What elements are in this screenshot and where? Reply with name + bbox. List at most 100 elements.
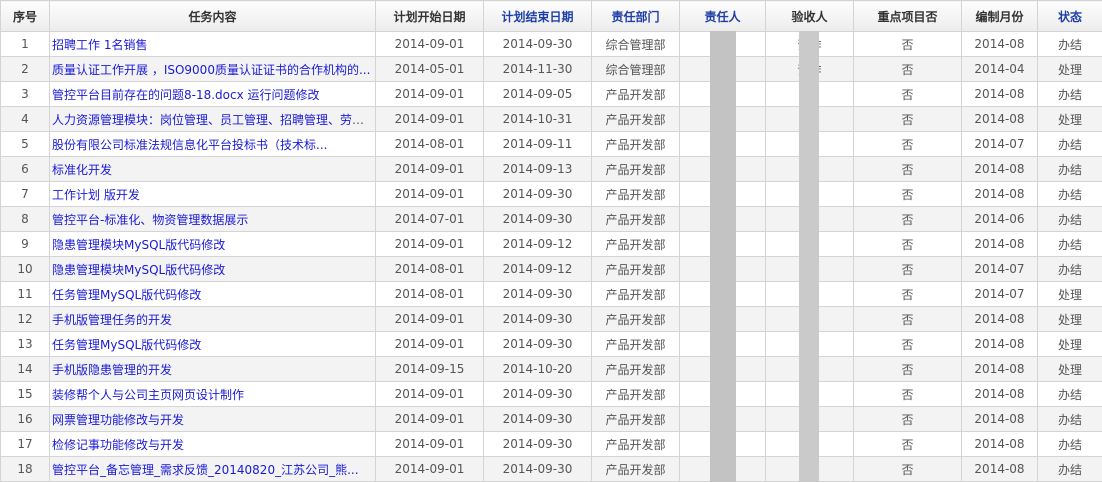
cell-seq: 4 — [0, 106, 50, 132]
cell-task: 管控平台目前存在的问题8-18.docx 运行问题修改 — [49, 81, 376, 107]
task-link[interactable]: 隐患管理模块MySQL版代码修改 — [52, 263, 225, 277]
cell-dept: 综合管理部 — [591, 56, 680, 82]
task-link[interactable]: 管控平台目前存在的问题8-18.docx 运行问题修改 — [52, 88, 320, 102]
cell-task: 隐患管理模块MySQL版代码修改 — [49, 231, 376, 257]
cell-month: 2014-08 — [961, 181, 1038, 207]
table-row[interactable]: 17检修记事功能修改与开发2014-09-012014-09-30产品开发部宋曾… — [0, 431, 1102, 457]
task-link[interactable]: 人力资源管理模块：岗位管理、员工管理、招聘管理、劳动... — [52, 113, 375, 127]
cell-dept: 产品开发部 — [591, 206, 680, 232]
cell-dept: 产品开发部 — [591, 106, 680, 132]
task-link[interactable]: 手机版管理任务的开发 — [52, 313, 172, 327]
task-link[interactable]: 任务管理MySQL版代码修改 — [52, 338, 201, 352]
table-row[interactable]: 18 管控平台_备忘管理_需求反馈_20140820_江苏公司_熊... 2014-… — [0, 456, 1102, 482]
cell-start-date: 2014-09-01 — [375, 106, 484, 132]
cell-status: 办结 — [1037, 406, 1102, 432]
task-link[interactable]: 检修记事功能修改与开发 — [52, 438, 184, 452]
cell-status: 办结 — [1037, 206, 1102, 232]
table-row[interactable]: 3 管控平台目前存在的问题8-18.docx 运行问题修改 2014-09-01 20… — [0, 81, 1102, 107]
cell-key-project: 否 — [853, 356, 962, 382]
cell-start-date: 2014-09-01 — [375, 81, 484, 107]
task-link[interactable]: 招聘工作 1名销售 — [52, 38, 147, 52]
task-table-wrapper: 序号 任务内容 计划开始日期 计划结束日期 责任部门 责任人 验收人 重点项目否… — [0, 0, 1102, 482]
table-row[interactable]: 14手机版隐患管理的开发2014-09-152014-10-20产品开发部谭何否… — [0, 356, 1102, 382]
task-link[interactable]: 标准化开发 — [52, 163, 112, 177]
cell-end-date: 2014-09-30 — [483, 381, 592, 407]
cell-status: 办结 — [1037, 381, 1102, 407]
cell-task: 隐患管理模块MySQL版代码修改 — [49, 256, 376, 282]
cell-status: 办结 — [1037, 31, 1102, 57]
cell-start-date: 2014-09-01 — [375, 306, 484, 332]
cell-dept: 产品开发部 — [591, 306, 680, 332]
cell-month: 2014-08 — [961, 81, 1038, 107]
cell-key-project: 否 — [853, 306, 962, 332]
table-row[interactable]: 5 股份有限公司标准法规信息化平台投标书（技术标... 2014-08-01 2014… — [0, 131, 1102, 157]
cell-status: 处理 — [1037, 281, 1102, 307]
cell-seq: 3 — [0, 81, 50, 107]
table-row[interactable]: 11 任务管理MySQL版代码修改 2014-08-01 2014-09-30 产品开发… — [0, 281, 1102, 307]
table-row[interactable]: 2 质量认证工作开展 ，ISO9000质量认证证书的合作机构的... 2014-05… — [0, 56, 1102, 82]
cell-dept: 产品开发部 — [591, 131, 680, 157]
column-header-end-date[interactable]: 计划结束日期 — [483, 0, 592, 32]
table-row[interactable]: 8 管控平台-标准化、物资管理数据展示 2014-07-01 2014-09-30 产品… — [0, 206, 1102, 232]
table-row[interactable]: 6标准化开发2014-09-012014-09-13产品开发部李何否2014-0… — [0, 156, 1102, 182]
cell-key-project: 否 — [853, 181, 962, 207]
cell-end-date: 2014-09-30 — [483, 331, 592, 357]
cell-key-project: 否 — [853, 206, 962, 232]
cell-status: 办结 — [1037, 181, 1102, 207]
cell-month: 2014-08 — [961, 31, 1038, 57]
cell-dept: 产品开发部 — [591, 156, 680, 182]
task-table: 序号 任务内容 计划开始日期 计划结束日期 责任部门 责任人 验收人 重点项目否… — [0, 0, 1102, 482]
cell-status: 办结 — [1037, 456, 1102, 482]
cell-key-project: 否 — [853, 331, 962, 357]
cell-seq: 17 — [0, 431, 50, 457]
table-row[interactable]: 16网票管理功能修改与开发2014-09-012014-09-30产品开发部宋曾… — [0, 406, 1102, 432]
column-header-dept[interactable]: 责任部门 — [591, 0, 680, 32]
cell-status: 处理 — [1037, 306, 1102, 332]
cell-seq: 10 — [0, 256, 50, 282]
cell-end-date: 2014-09-30 — [483, 306, 592, 332]
task-link[interactable]: 工作计划 版开发 — [52, 188, 140, 202]
cell-dept: 产品开发部 — [591, 356, 680, 382]
task-link[interactable]: 任务管理MySQL版代码修改 — [52, 288, 201, 302]
table-row[interactable]: 13 任务管理MySQL版代码修改 2014-09-01 2014-09-30 产品开发… — [0, 331, 1102, 357]
cell-seq: 15 — [0, 381, 50, 407]
task-link[interactable]: 管控平台-标准化、物资管理数据展示 — [52, 213, 248, 227]
cell-key-project: 否 — [853, 456, 962, 482]
table-row[interactable]: 9 隐患管理模块MySQL版代码修改 2014-09-01 2014-09-12 产品开… — [0, 231, 1102, 257]
cell-task: 管控平台_备忘管理_需求反馈_20140820_江苏公司_熊... — [49, 456, 376, 482]
task-link[interactable]: 隐患管理模块MySQL版代码修改 — [52, 238, 225, 252]
task-link[interactable]: 手机版隐患管理的开发 — [52, 363, 172, 377]
task-link[interactable]: 股份有限公司标准法规信息化平台投标书（技术标... — [52, 138, 327, 152]
cell-seq: 5 — [0, 131, 50, 157]
cell-month: 2014-04 — [961, 56, 1038, 82]
table-row[interactable]: 4 人力资源管理模块：岗位管理、员工管理、招聘管理、劳动... 2014-09-01… — [0, 106, 1102, 132]
cell-status: 办结 — [1037, 431, 1102, 457]
table-row[interactable]: 7工作计划 版开发2014-09-012014-09-30产品开发部李何否201… — [0, 181, 1102, 207]
cell-task: 标准化开发 — [49, 156, 376, 182]
column-header-owner[interactable]: 责任人 — [679, 0, 766, 32]
cell-key-project: 否 — [853, 231, 962, 257]
cell-key-project: 否 — [853, 106, 962, 132]
task-link[interactable]: 质量认证工作开展 ，ISO9000质量认证证书的合作机构的... — [52, 63, 370, 77]
cell-start-date: 2014-09-01 — [375, 431, 484, 457]
task-link[interactable]: 装修帮个人与公司主页网页设计制作 — [52, 388, 244, 402]
cell-dept: 产品开发部 — [591, 231, 680, 257]
table-row[interactable]: 10 隐患管理模块MySQL版代码修改 2014-08-01 2014-09-12 产品… — [0, 256, 1102, 282]
cell-status: 处理 — [1037, 106, 1102, 132]
table-row[interactable]: 12手机版管理任务的开发2014-09-012014-09-30产品开发部谭何否… — [0, 306, 1102, 332]
cell-start-date: 2014-09-15 — [375, 356, 484, 382]
task-link[interactable]: 管控平台_备忘管理_需求反馈_20140820_江苏公司_熊... — [52, 463, 359, 477]
cell-end-date: 2014-10-20 — [483, 356, 592, 382]
cell-start-date: 2014-09-01 — [375, 156, 484, 182]
column-header-checker: 验收人 — [765, 0, 854, 32]
column-header-status[interactable]: 状态 — [1037, 0, 1102, 32]
cell-dept: 产品开发部 — [591, 381, 680, 407]
table-row[interactable]: 1招聘工作 1名销售2014-09-012014-09-30综合管理部王贺作否2… — [0, 31, 1102, 57]
cell-key-project: 否 — [853, 256, 962, 282]
cell-status: 办结 — [1037, 231, 1102, 257]
cell-month: 2014-08 — [961, 406, 1038, 432]
task-link[interactable]: 网票管理功能修改与开发 — [52, 413, 184, 427]
cell-month: 2014-08 — [961, 356, 1038, 382]
cell-dept: 产品开发部 — [591, 331, 680, 357]
table-row[interactable]: 15 装修帮个人与公司主页网页设计制作 2014-09-01 2014-09-30 产品… — [0, 381, 1102, 407]
